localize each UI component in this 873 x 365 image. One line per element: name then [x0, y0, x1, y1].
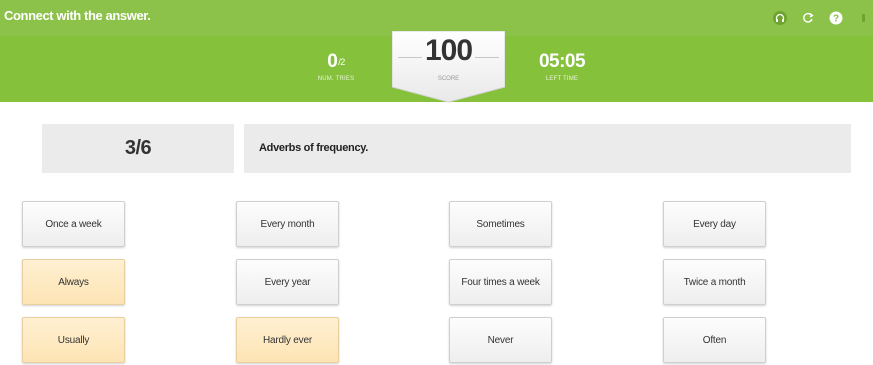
num-tries: 0/2 NUM. TRIES	[306, 51, 366, 82]
answer-tile[interactable]: Twice a month	[663, 259, 766, 305]
answer-tile[interactable]: Sometimes	[449, 201, 552, 247]
tries-value: 0	[327, 51, 338, 72]
instruction-title: Connect with the answer.	[4, 8, 151, 23]
more-icon[interactable]	[857, 11, 871, 25]
headphones-icon[interactable]	[773, 11, 787, 25]
question-counter: 3/6	[42, 124, 234, 173]
help-icon[interactable]: ?	[829, 11, 843, 25]
header-toolbar: ?	[773, 0, 873, 36]
svg-text:?: ?	[833, 14, 839, 25]
left-time: 05:05 LEFT TIME	[532, 51, 592, 82]
tries-total: /2	[338, 57, 345, 67]
answer-tile[interactable]: Every month	[236, 201, 339, 247]
score-card: 100 SCORE	[392, 31, 505, 103]
score-label: SCORE	[437, 76, 460, 82]
answer-tile[interactable]: Hardly ever	[236, 317, 339, 363]
answer-tile[interactable]: Always	[22, 259, 125, 305]
answer-tile[interactable]: Every day	[663, 201, 766, 247]
answer-tile[interactable]: Often	[663, 317, 766, 363]
answer-tile[interactable]: Once a week	[22, 201, 125, 247]
answer-tile[interactable]: Never	[449, 317, 552, 363]
refresh-icon[interactable]	[801, 11, 815, 25]
score-value: 100	[424, 34, 473, 67]
tries-label: NUM. TRIES	[317, 76, 355, 82]
time-label: LEFT TIME	[545, 76, 579, 82]
answer-tile[interactable]: Every year	[236, 259, 339, 305]
answer-tile[interactable]: Usually	[22, 317, 125, 363]
question-text: Adverbs of frequency.	[244, 124, 851, 173]
answer-tile[interactable]: Four times a week	[449, 259, 552, 305]
time-value: 05:05	[538, 51, 586, 72]
